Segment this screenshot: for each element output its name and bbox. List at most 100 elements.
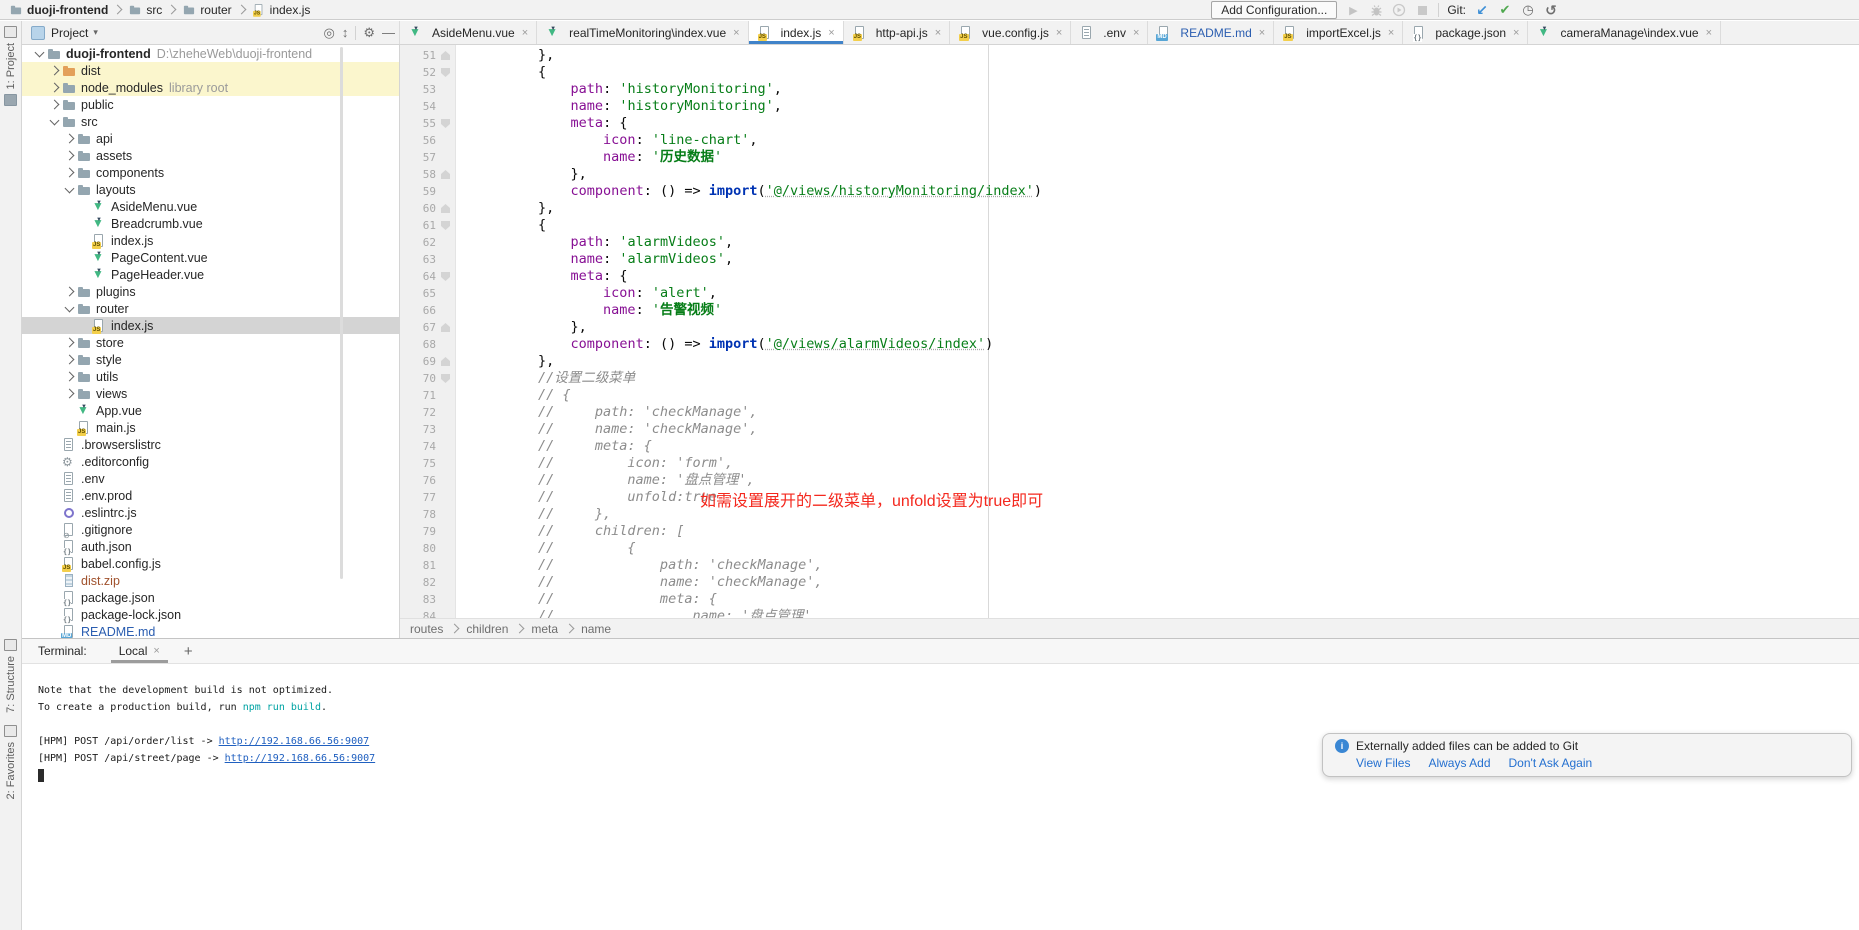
chevron-right-icon[interactable] <box>62 288 76 295</box>
fold-marker-icon[interactable] <box>441 221 450 230</box>
line-number: 53 <box>400 81 436 98</box>
fold-marker-icon[interactable] <box>441 204 450 213</box>
code-text: // children: [ <box>456 523 684 540</box>
line-number: 56 <box>400 132 436 149</box>
fold-marker-icon[interactable] <box>441 170 450 179</box>
terminal-tab-local[interactable]: Local <box>111 639 168 663</box>
chevron-right-icon[interactable] <box>62 135 76 142</box>
chevron-right-icon[interactable] <box>62 390 76 397</box>
chevron-right-icon[interactable] <box>62 339 76 346</box>
add-configuration-button[interactable]: Add Configuration... <box>1211 1 1337 19</box>
fold-marker-icon[interactable] <box>441 272 450 281</box>
close-icon[interactable] <box>1706 27 1712 39</box>
chevron-right-icon[interactable] <box>47 101 61 108</box>
tab-cameramanage-index-vue[interactable]: cameraManage\index.vue <box>1528 21 1721 44</box>
js-icon <box>757 25 773 41</box>
chevron-down-icon[interactable] <box>32 52 46 56</box>
scrollbar-thumb[interactable] <box>340 47 343 579</box>
debug-icon[interactable] <box>1368 2 1384 18</box>
fold-marker-icon[interactable] <box>441 323 450 332</box>
terminal-output[interactable]: Note that the development build is not o… <box>22 664 1859 930</box>
project-tree[interactable]: duoji-frontend D:\zheheWeb\duoji-frontend… <box>22 45 400 638</box>
fold-marker-icon[interactable] <box>441 357 450 366</box>
hide-icon[interactable]: — <box>382 25 395 40</box>
breadcrumb-item[interactable]: router <box>181 2 231 18</box>
tab-http-api-js[interactable]: http-api.js <box>844 21 950 44</box>
chevron-right-icon[interactable] <box>47 84 61 91</box>
tab-asidemenu-vue[interactable]: AsideMenu.vue <box>400 21 537 44</box>
chevron-right-icon[interactable] <box>62 152 76 159</box>
terminal-link[interactable]: http://192.168.66.56:9007 <box>219 736 370 747</box>
chevron-down-icon[interactable] <box>62 188 76 192</box>
chevron-right-icon[interactable] <box>62 169 76 176</box>
terminal-link[interactable]: http://192.168.66.56:9007 <box>225 753 376 764</box>
fold-marker-icon[interactable] <box>441 68 450 77</box>
stop-icon[interactable] <box>1414 2 1430 18</box>
breadcrumb-item[interactable]: src <box>127 2 162 18</box>
run-icon[interactable] <box>1345 2 1361 18</box>
sidebar-item-project[interactable]: 1: Project <box>0 26 21 106</box>
project-panel-header[interactable]: Project ▾ ◎↕⚙— <box>22 21 400 44</box>
tab-index-js[interactable]: index.js <box>749 21 844 44</box>
tab--env[interactable]: .env <box>1071 21 1148 44</box>
code-editor[interactable]: 51 },52 {53 path: 'historyMonitoring',54… <box>400 45 1859 618</box>
chevron-right-icon[interactable] <box>62 356 76 363</box>
close-icon[interactable] <box>1133 27 1139 39</box>
locate-icon[interactable]: ◎ <box>324 25 335 41</box>
git-update-icon[interactable] <box>1474 2 1490 18</box>
close-icon[interactable] <box>935 27 941 39</box>
tree-item-label: layouts <box>96 183 136 197</box>
chevron-down-icon[interactable] <box>47 120 61 124</box>
git-history-icon[interactable] <box>1520 2 1536 18</box>
close-icon[interactable] <box>1388 27 1394 39</box>
breadcrumb-item[interactable]: duoji-frontend <box>8 2 108 18</box>
panel-header-divider <box>355 26 356 40</box>
settings-icon[interactable]: ⚙ <box>363 25 375 41</box>
editor-breadcrumb-item[interactable]: meta <box>531 622 558 636</box>
breadcrumb-label: index.js <box>270 3 311 17</box>
chevron-down-icon[interactable] <box>62 307 76 311</box>
tree-item[interactable]: package-lock.json <box>22 606 399 623</box>
tab-readme-md[interactable]: README.md <box>1148 21 1274 44</box>
code-text: name: '告警视频' <box>456 302 722 319</box>
tree-item-subtitle: D:\zheheWeb\duoji-frontend <box>157 47 312 61</box>
tab-realtimemonitoring-index-vue[interactable]: realTimeMonitoring\index.vue <box>537 21 748 44</box>
sidebar-item-favorites[interactable]: 2: Favorites <box>0 725 21 799</box>
notification-action-don-t-ask-again[interactable]: Don't Ask Again <box>1509 756 1593 770</box>
tree-item[interactable]: README.md <box>22 623 399 638</box>
editor-breadcrumb-item[interactable]: routes <box>410 622 443 636</box>
notification-action-always-add[interactable]: Always Add <box>1428 756 1490 770</box>
tree-item[interactable]: package.json <box>22 589 399 606</box>
tree-item-label: duoji-frontend <box>66 47 151 61</box>
folder-icon <box>129 3 143 17</box>
chevron-right-icon[interactable] <box>47 67 61 74</box>
fold-marker-icon[interactable] <box>441 51 450 60</box>
tab-vue-config-js[interactable]: vue.config.js <box>950 21 1071 44</box>
code-text: meta: { <box>456 115 627 132</box>
fold-marker-icon[interactable] <box>441 119 450 128</box>
close-icon[interactable] <box>1513 27 1519 39</box>
md-icon <box>1156 25 1172 41</box>
notification-action-view-files[interactable]: View Files <box>1356 756 1410 770</box>
close-icon[interactable] <box>1259 27 1265 39</box>
fold-marker-icon[interactable] <box>441 374 450 383</box>
new-terminal-button[interactable]: + <box>184 643 193 660</box>
editor-breadcrumb-item[interactable]: name <box>581 622 611 636</box>
tab-package-json[interactable]: package.json <box>1403 21 1528 44</box>
breadcrumb-item[interactable]: index.js <box>251 2 311 18</box>
tab-importexcel-js[interactable]: importExcel.js <box>1274 21 1403 44</box>
close-icon[interactable] <box>733 27 739 39</box>
close-icon[interactable] <box>153 645 159 657</box>
chevron-right-icon[interactable] <box>62 373 76 380</box>
close-icon[interactable] <box>1056 27 1062 39</box>
close-icon[interactable] <box>522 27 528 39</box>
coverage-icon[interactable] <box>1391 2 1407 18</box>
close-icon[interactable] <box>828 27 834 39</box>
folder-icon <box>4 94 17 106</box>
sidebar-item-structure[interactable]: 7: Structure <box>0 639 21 713</box>
git-rollback-icon[interactable] <box>1543 2 1559 18</box>
editor-breadcrumb-item[interactable]: children <box>466 622 508 636</box>
git-commit-icon[interactable] <box>1497 2 1513 18</box>
js-icon <box>61 556 77 572</box>
collapse-icon[interactable]: ↕ <box>342 25 349 40</box>
